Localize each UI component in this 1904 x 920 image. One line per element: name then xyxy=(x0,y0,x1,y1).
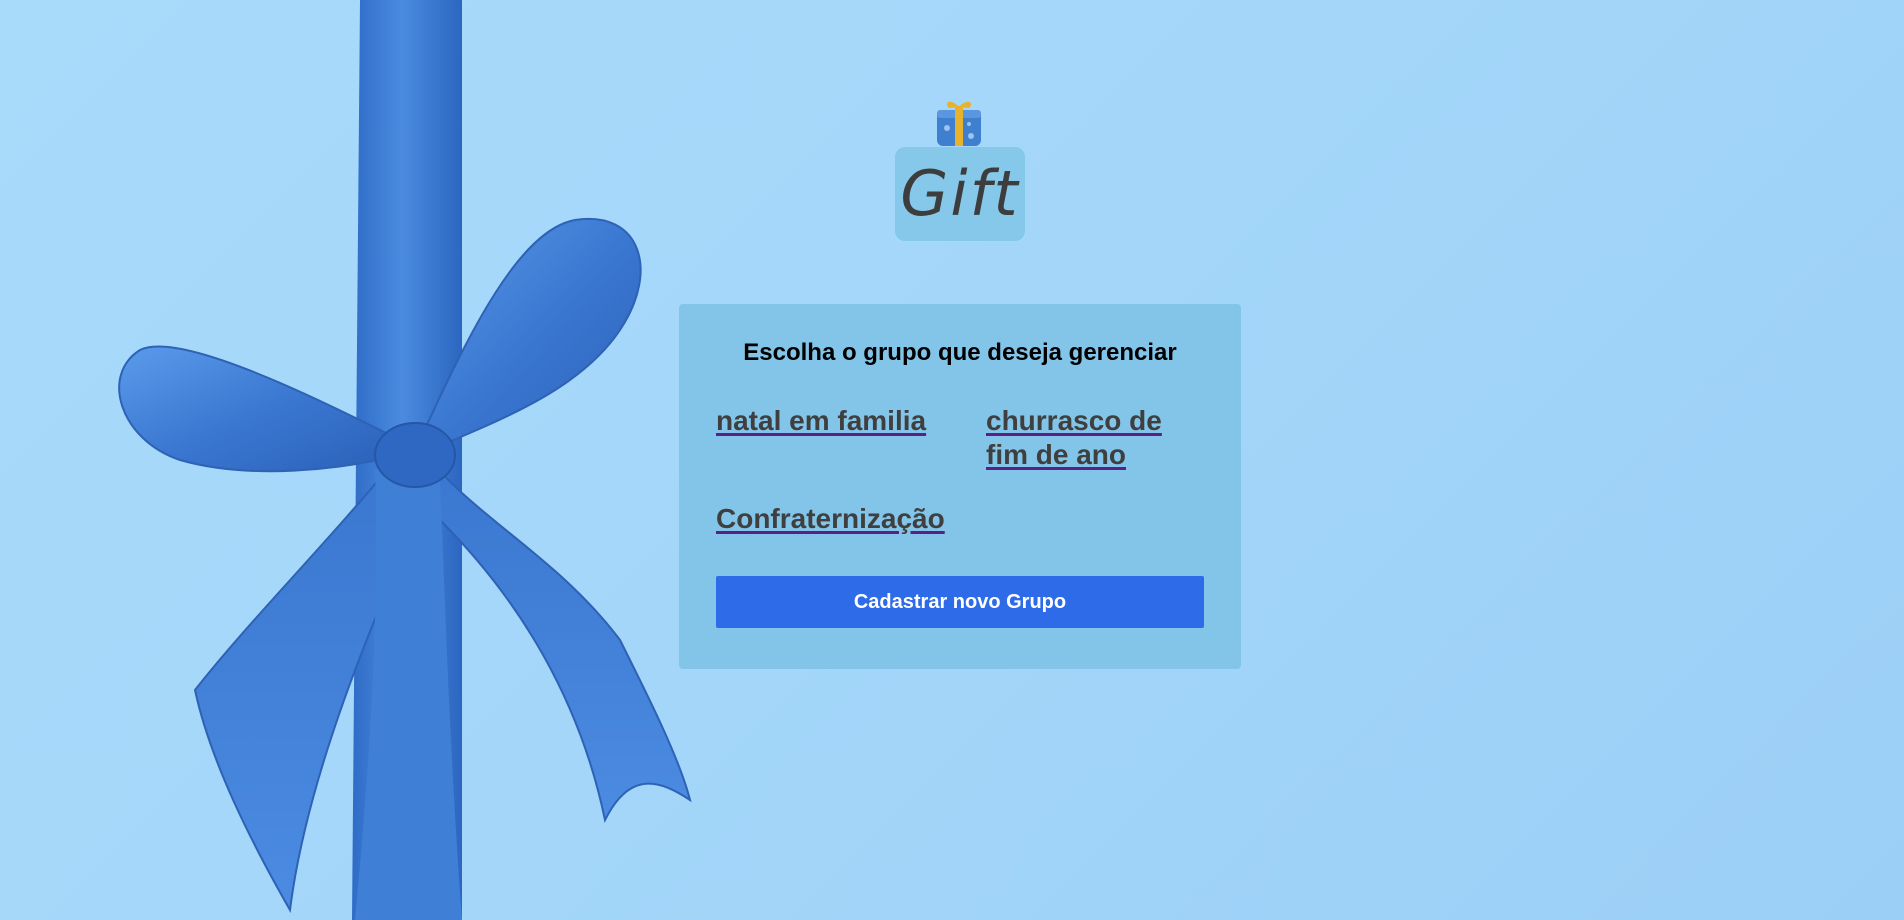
card-title: Escolha o grupo que deseja gerenciar xyxy=(743,339,1177,366)
ribbon-bow-illustration xyxy=(118,0,692,920)
group-link-confraternizacao[interactable]: Confraternização xyxy=(716,502,986,536)
group-list: natal em familia churrasco de fim de ano… xyxy=(716,404,1204,536)
new-group-button[interactable]: Cadastrar novo Grupo xyxy=(716,576,1204,629)
gift-box-icon xyxy=(937,101,981,146)
group-link-natal-em-familia[interactable]: natal em familia xyxy=(716,404,986,472)
logo-text: Gift xyxy=(900,157,1020,230)
group-link-churrasco-de-fim-de-ano[interactable]: churrasco de fim de ano xyxy=(986,404,1206,472)
group-selection-card: Escolha o grupo que deseja gerenciar nat… xyxy=(679,304,1241,669)
logo: Gift xyxy=(895,147,1025,241)
